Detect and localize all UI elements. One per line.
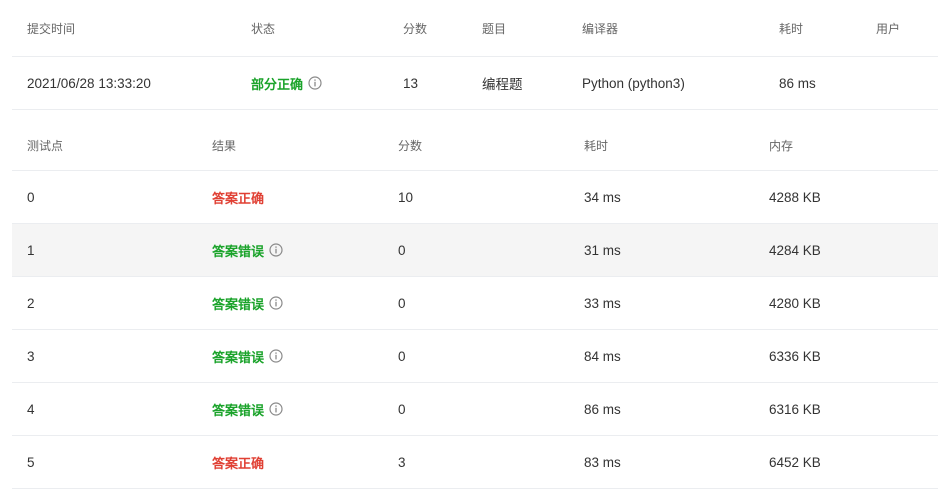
submission-problem[interactable]: 编程题: [482, 57, 523, 109]
result-wrong-label: 答案错误: [212, 349, 265, 365]
header-user: 用户: [876, 21, 901, 36]
header-submit-time: 提交时间: [27, 21, 76, 36]
submission-score: 13: [403, 75, 419, 91]
test-point: 4: [27, 401, 35, 417]
result-correct-label: 答案正确: [212, 190, 265, 206]
test-score: 3: [398, 454, 406, 470]
header-testcase-duration: 耗时: [584, 138, 609, 153]
result-wrong-label: 答案错误: [212, 243, 265, 259]
test-point: 5: [27, 454, 35, 470]
test-memory: 4280 KB: [769, 295, 821, 311]
test-duration: 34 ms: [584, 189, 621, 205]
info-circle-icon[interactable]: [269, 349, 283, 363]
test-memory: 6452 KB: [769, 454, 821, 470]
info-circle-icon[interactable]: [308, 76, 322, 90]
test-point: 1: [27, 242, 35, 258]
test-result: 答案错误: [212, 277, 283, 329]
test-result: 答案正确: [212, 436, 264, 488]
test-score: 0: [398, 401, 406, 417]
result-correct-label: 答案正确: [212, 455, 265, 471]
test-duration: 31 ms: [584, 242, 621, 258]
test-memory: 4284 KB: [769, 242, 821, 258]
test-score: 10: [398, 189, 414, 205]
test-duration: 84 ms: [584, 348, 621, 364]
table-row: 3 答案错误 0 84 ms 6336 KB: [12, 330, 938, 383]
header-memory: 内存: [769, 138, 794, 153]
submission-table-header: 提交时间 状态 分数 题目 编译器 耗时 用户: [12, 0, 938, 57]
test-duration: 86 ms: [584, 401, 621, 417]
header-testcase-score: 分数: [398, 138, 423, 153]
header-compiler: 编译器: [582, 21, 619, 36]
info-circle-icon[interactable]: [269, 296, 283, 310]
table-row: 5 答案正确 3 83 ms 6452 KB: [12, 436, 938, 489]
testcase-table-header: 测试点 结果 分数 耗时 内存: [12, 120, 938, 171]
test-duration: 33 ms: [584, 295, 621, 311]
submission-detail-page: 提交时间 状态 分数 题目 编译器 耗时 用户 2021/06/28 13:33…: [0, 0, 950, 495]
table-row: 2 答案错误 0 33 ms 4280 KB: [12, 277, 938, 330]
test-memory: 6336 KB: [769, 348, 821, 364]
header-result: 结果: [212, 138, 237, 153]
result-wrong-label: 答案错误: [212, 296, 265, 312]
table-row: 0 答案正确 10 34 ms 4288 KB: [12, 171, 938, 224]
table-row: 1 答案错误 0 31 ms 4284 KB: [12, 224, 938, 277]
submission-status: 部分正确: [251, 57, 322, 109]
header-problem: 题目: [482, 21, 507, 36]
test-memory: 6316 KB: [769, 401, 821, 417]
status-partial-label: 部分正确: [251, 76, 304, 92]
header-duration: 耗时: [779, 21, 804, 36]
submission-row: 2021/06/28 13:33:20 部分正确 13 编程题 Python (…: [12, 57, 938, 110]
test-duration: 83 ms: [584, 454, 621, 470]
submission-compiler: Python (python3): [582, 75, 685, 91]
submission-duration: 86 ms: [779, 75, 816, 91]
test-score: 0: [398, 348, 406, 364]
table-row: 4 答案错误 0 86 ms 6316 KB: [12, 383, 938, 436]
submit-time: 2021/06/28 13:33:20: [27, 75, 151, 91]
header-status: 状态: [251, 21, 276, 36]
header-test-point: 测试点: [27, 138, 64, 153]
test-point: 3: [27, 348, 35, 364]
info-circle-icon[interactable]: [269, 243, 283, 257]
test-score: 0: [398, 295, 406, 311]
info-circle-icon[interactable]: [269, 402, 283, 416]
test-score: 0: [398, 242, 406, 258]
test-memory: 4288 KB: [769, 189, 821, 205]
test-result: 答案错误: [212, 224, 283, 276]
test-point: 2: [27, 295, 35, 311]
result-wrong-label: 答案错误: [212, 402, 265, 418]
test-result: 答案错误: [212, 383, 283, 435]
test-result: 答案错误: [212, 330, 283, 382]
header-score: 分数: [403, 21, 428, 36]
test-result: 答案正确: [212, 171, 264, 223]
test-point: 0: [27, 189, 35, 205]
